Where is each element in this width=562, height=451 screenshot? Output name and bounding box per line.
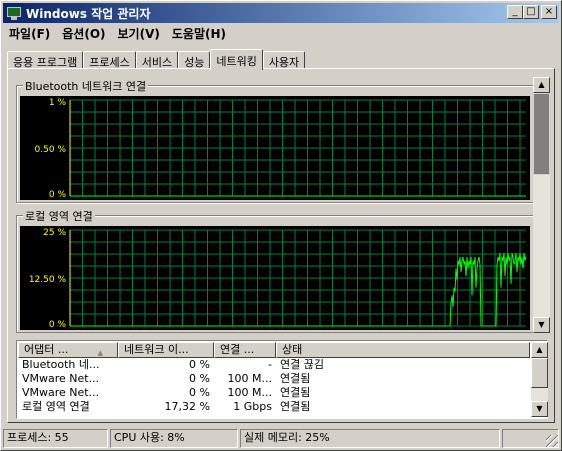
adapter-name: VMware Net... xyxy=(22,386,100,399)
task-manager-icon xyxy=(6,5,22,21)
adapter-speed: - xyxy=(268,358,272,371)
adapter-speed: 100 M... xyxy=(227,386,272,399)
menu-bar: 파일(F) 옵션(O) 보기(V) 도움말(H) xyxy=(3,24,232,42)
adapter-usage: 0 % xyxy=(189,358,210,371)
bluetooth-graph-title: Bluetooth 네트워크 연결 xyxy=(23,78,149,94)
y-tick-label: 25 % xyxy=(43,228,66,238)
adapter-name: Bluetooth 네... xyxy=(22,358,100,371)
status-empty xyxy=(502,429,559,448)
scroll-up-icon[interactable]: ▲ xyxy=(531,342,548,358)
graphs-area: Bluetooth 네트워크 연결 1 % 0.50 % 0 % 로컬 영역 연결 … xyxy=(16,77,535,333)
adapter-name: VMware Net... xyxy=(22,372,100,385)
local-graph-title: 로컬 영역 연결 xyxy=(23,208,95,224)
y-tick-label: 0 % xyxy=(49,320,67,330)
tab-services[interactable]: 서비스 xyxy=(135,51,179,69)
scroll-down-icon[interactable]: ▼ xyxy=(531,401,548,417)
resize-grip-icon[interactable] xyxy=(546,435,558,447)
column-adapter-label: 어댑터 ... xyxy=(24,343,69,356)
column-network-usage[interactable]: 네트워크 이... xyxy=(118,342,214,358)
adapter-speed: 1 Gbps xyxy=(233,400,272,413)
adapter-row[interactable]: 로컬 영역 연결 17,32 % 1 Gbps 연결됨 xyxy=(18,400,530,414)
graphs-scrollbar[interactable]: ▲ ▼ xyxy=(533,77,550,333)
adapter-state: 연결됨 xyxy=(280,372,311,385)
task-manager-window: Windows 작업 관리자 _ □ × 파일(F) 옵션(O) 보기(V) 도… xyxy=(0,0,562,451)
menu-view[interactable]: 보기(V) xyxy=(112,24,166,42)
status-cpu: CPU 사용: 8% xyxy=(110,429,238,448)
tab-applications[interactable]: 응용 프로그램 xyxy=(7,51,84,69)
minimize-button[interactable]: _ xyxy=(507,5,523,19)
tab-networking[interactable]: 네트워킹 xyxy=(210,49,263,70)
adapter-usage: 0 % xyxy=(189,386,210,399)
column-link-speed[interactable]: 연결 ... xyxy=(214,342,276,358)
local-graph: 25 % 12.50 % 0 % xyxy=(20,226,530,330)
bluetooth-graph: 1 % 0.50 % 0 % xyxy=(20,96,530,200)
scroll-thumb[interactable] xyxy=(533,93,550,175)
maximize-button[interactable]: □ xyxy=(523,5,539,19)
adapter-list[interactable]: 어댑터 ... ▲ 네트워크 이... 연결 ... 상태 Bluetooth 네… xyxy=(16,340,548,419)
tab-users[interactable]: 사용자 xyxy=(262,51,306,69)
adapter-row[interactable]: VMware Net... 0 % 100 M... 연결됨 xyxy=(18,372,530,386)
adapter-speed: 100 M... xyxy=(227,372,272,385)
column-state[interactable]: 상태 xyxy=(276,342,530,358)
adapter-usage: 0 % xyxy=(189,372,210,385)
adapter-list-header: 어댑터 ... ▲ 네트워크 이... 연결 ... 상태 xyxy=(18,342,530,358)
y-tick-label: 0 % xyxy=(49,190,67,200)
window-title: Windows 작업 관리자 xyxy=(26,6,151,21)
networking-panel: Bluetooth 네트워크 연결 1 % 0.50 % 0 % 로컬 영역 연결 … xyxy=(7,68,555,423)
adapter-row[interactable]: Bluetooth 네... 0 % - 연결 끊김 xyxy=(18,358,530,372)
y-tick-label: 1 % xyxy=(49,98,67,108)
title-bar[interactable]: Windows 작업 관리자 _ □ × xyxy=(3,3,559,23)
bluetooth-graph-group: Bluetooth 네트워크 연결 1 % 0.50 % 0 % xyxy=(16,78,534,203)
scroll-up-icon[interactable]: ▲ xyxy=(533,77,550,93)
menu-help[interactable]: 도움말(H) xyxy=(166,24,232,42)
scroll-down-icon[interactable]: ▼ xyxy=(533,317,550,333)
local-graph-group: 로컬 영역 연결 25 % 12.50 % 0 % xyxy=(16,208,534,333)
status-bar: 프로세스: 55 CPU 사용: 8% 실제 메모리: 25% xyxy=(3,429,559,448)
scroll-thumb[interactable] xyxy=(531,358,548,388)
menu-file[interactable]: 파일(F) xyxy=(3,24,56,42)
adapter-state: 연결됨 xyxy=(280,386,311,399)
tab-strip: 응용 프로그램 프로세스 서비스 성능 네트워킹 사용자 xyxy=(7,49,306,70)
status-memory: 실제 메모리: 25% xyxy=(240,429,500,448)
column-adapter[interactable]: 어댑터 ... ▲ xyxy=(18,342,118,358)
menu-options[interactable]: 옵션(O) xyxy=(56,24,111,42)
adapter-state: 연결 끊김 xyxy=(280,358,324,371)
adapter-name: 로컬 영역 연결 xyxy=(22,400,90,413)
adapter-usage: 17,32 % xyxy=(164,400,210,413)
y-tick-label: 12.50 % xyxy=(29,275,67,285)
adapter-list-scrollbar[interactable]: ▲ ▼ xyxy=(531,342,548,417)
status-processes: 프로세스: 55 xyxy=(3,429,108,448)
y-tick-label: 0.50 % xyxy=(35,145,67,155)
adapter-state: 연결됨 xyxy=(280,400,311,413)
tab-processes[interactable]: 프로세스 xyxy=(83,51,136,69)
sort-ascending-icon: ▲ xyxy=(97,349,103,357)
close-button[interactable]: × xyxy=(541,5,557,19)
adapter-row[interactable]: VMware Net... 0 % 100 M... 연결됨 xyxy=(18,386,530,400)
tab-performance[interactable]: 성능 xyxy=(178,51,211,69)
